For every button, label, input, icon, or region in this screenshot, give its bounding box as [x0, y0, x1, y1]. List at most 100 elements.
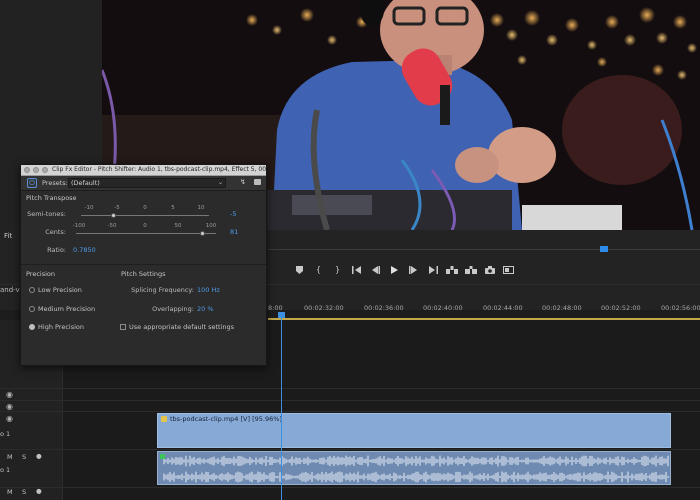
zoom-fit-dropdown[interactable]: Fit [4, 232, 12, 240]
video-clip[interactable]: tbs-podcast-clip.mp4 [V] [95.96%] [157, 413, 671, 448]
track-divider [0, 388, 700, 389]
go-to-in-icon [351, 266, 361, 274]
track-divider [0, 400, 700, 401]
cents-scale-label: 50 [174, 223, 182, 229]
semitones-scale-label: -10 [84, 205, 94, 211]
mute-button[interactable]: M [7, 488, 13, 496]
eye-icon[interactable]: ◉ [6, 414, 13, 423]
cents-scale-label: 100 [205, 223, 217, 229]
export-frame-button[interactable] [480, 264, 499, 276]
step-forward-button[interactable] [404, 264, 423, 276]
step-back-icon [372, 266, 380, 274]
work-area-bar[interactable] [268, 318, 700, 320]
power-icon[interactable]: ⏻ [27, 178, 37, 188]
section-divider [21, 264, 266, 265]
radio-checked-icon [29, 324, 35, 330]
semitones-value[interactable]: -5 [230, 210, 236, 218]
add-marker-button[interactable] [290, 264, 309, 276]
semitones-slider-thumb[interactable] [110, 213, 116, 218]
mute-button[interactable]: M [7, 453, 13, 461]
splicing-frequency-label: Splicing Frequency: [131, 286, 194, 294]
semitones-slider-track[interactable] [81, 215, 209, 216]
eye-icon[interactable]: ◉ [6, 402, 13, 411]
checkbox-icon [120, 324, 126, 330]
radio-icon [29, 287, 35, 293]
step-back-button[interactable] [366, 264, 385, 276]
play-icon [391, 266, 398, 274]
video-track-label: o 1 [0, 430, 11, 438]
audio-clip[interactable] [157, 451, 671, 485]
preset-value: (Default) [71, 179, 100, 187]
default-settings-checkbox[interactable]: Use appropriate default settings [120, 323, 234, 331]
eye-icon[interactable]: ◉ [6, 390, 13, 399]
step-forward-icon [409, 266, 417, 274]
splicing-frequency-value[interactable]: 100 Hz [197, 286, 220, 294]
cents-slider-thumb[interactable] [200, 231, 206, 236]
ratio-value[interactable]: 0.7850 [73, 246, 96, 254]
cents-scale-label: -50 [107, 223, 117, 229]
solo-button[interactable]: S [22, 453, 26, 461]
button-editor-button[interactable] [499, 264, 518, 276]
timecode-label: 00:02:44:00 [483, 304, 523, 312]
timecode-label: 00:02:40:00 [423, 304, 463, 312]
timecode-label: 8:00 [268, 304, 283, 312]
semitones-scale-label: 5 [171, 205, 175, 211]
semitones-scale-label: 0 [143, 205, 147, 211]
presets-label: Presets: [42, 179, 68, 187]
timecode-label: 00:02:36:00 [364, 304, 404, 312]
clip-fx-editor-window: Clip Fx Editor - Pitch Shifter: Audio 1,… [20, 164, 274, 366]
window-title-bar[interactable]: Clip Fx Editor - Pitch Shifter: Audio 1,… [21, 165, 274, 176]
radio-icon [29, 306, 35, 312]
go-to-in-button[interactable] [347, 264, 366, 276]
overlapping-value[interactable]: 20 % [197, 305, 214, 313]
checkbox-label: Use appropriate default settings [129, 323, 235, 331]
cents-slider-track[interactable] [76, 233, 216, 234]
go-to-out-button[interactable] [423, 264, 442, 276]
radio-label: Low Precision [38, 286, 82, 294]
semitones-label: Semi-tones: [27, 210, 66, 218]
zoom-window-icon[interactable] [42, 167, 48, 173]
save-preset-icon[interactable]: ↯ [240, 178, 246, 186]
minimize-window-icon[interactable] [33, 167, 39, 173]
low-precision-radio[interactable]: Low Precision [29, 286, 82, 294]
radio-label: High Precision [38, 323, 85, 331]
timeline-playhead-line[interactable] [281, 312, 282, 500]
play-button[interactable] [385, 264, 404, 276]
extract-button[interactable] [461, 264, 480, 276]
timecode-label: 00:02:56:00 [661, 304, 700, 312]
presets-bar: ⏻ Presets: (Default) ⌄ ↯ [21, 176, 266, 191]
close-window-icon[interactable] [24, 167, 30, 173]
video-clip-label: tbs-podcast-clip.mp4 [V] [95.96%] [170, 415, 282, 423]
solo-button[interactable]: S [22, 488, 26, 496]
mark-out-icon: } [334, 265, 341, 274]
medium-precision-radio[interactable]: Medium Precision [29, 305, 95, 313]
track-divider [0, 487, 700, 488]
overlapping-label: Overlapping: [152, 305, 194, 313]
monitor-playhead[interactable] [600, 246, 608, 252]
transport-controls: { } [290, 264, 518, 276]
audio-track-label: o 1 [0, 466, 11, 474]
lift-button[interactable] [442, 264, 461, 276]
delete-preset-icon[interactable] [254, 179, 261, 185]
microphone-icon[interactable]: ● [36, 487, 42, 495]
fx-badge-icon [160, 454, 165, 459]
presets-dropdown[interactable]: (Default) ⌄ [68, 178, 226, 188]
chevron-down-icon: ⌄ [217, 179, 223, 186]
window-title: Clip Fx Editor - Pitch Shifter: Audio 1,… [52, 166, 274, 173]
button-editor-icon [503, 266, 514, 274]
pitch-transpose-title: Pitch Transpose [26, 194, 77, 202]
audio-waveform [163, 455, 669, 483]
high-precision-radio[interactable]: High Precision [29, 323, 84, 331]
mark-out-button[interactable]: } [328, 264, 347, 276]
cents-value[interactable]: 81 [230, 228, 238, 236]
monitor-scrub-bar[interactable] [268, 249, 700, 250]
extract-icon [464, 266, 477, 274]
microphone-icon[interactable]: ● [36, 452, 42, 460]
camera-icon [484, 266, 495, 274]
timecode-label: 00:02:52:00 [601, 304, 641, 312]
precision-title: Precision [26, 270, 56, 278]
radio-label: Medium Precision [38, 305, 96, 313]
marker-icon [296, 266, 303, 274]
track-divider [0, 449, 700, 450]
mark-in-button[interactable]: { [309, 264, 328, 276]
